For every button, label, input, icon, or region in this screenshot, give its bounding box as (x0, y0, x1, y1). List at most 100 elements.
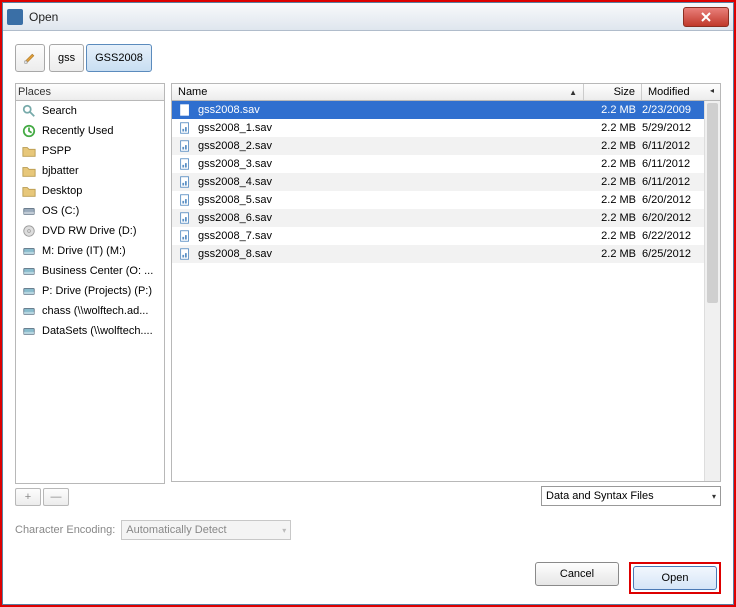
file-size: 2.2 MB (584, 248, 636, 260)
place-label: Search (42, 105, 77, 117)
path-segment[interactable]: GSS2008 (86, 44, 152, 72)
file-name: gss2008_7.sav (198, 230, 578, 242)
file-name: gss2008_6.sav (198, 212, 578, 224)
open-button[interactable]: Open (633, 566, 717, 590)
file-row[interactable]: gss2008_1.sav2.2 MB5/29/2012 (172, 119, 720, 137)
file-type-select[interactable]: Data and Syntax Files ▾ (541, 486, 721, 506)
netdrive-icon (22, 264, 36, 278)
place-item[interactable]: M: Drive (IT) (M:) (16, 241, 164, 261)
file-size: 2.2 MB (584, 176, 636, 188)
search-icon (22, 104, 36, 118)
place-item[interactable]: OS (C:) (16, 201, 164, 221)
file-name: gss2008_2.sav (198, 140, 578, 152)
file-size: 2.2 MB (584, 122, 636, 134)
file-pane: Name▲ Size Modified◂ gss2008.sav2.2 MB2/… (171, 83, 721, 506)
scrollbar-thumb[interactable] (707, 103, 718, 303)
places-panel: Places Search Recently Used PSPP bjbatter De… (15, 83, 165, 506)
overflow-icon: ◂ (710, 86, 714, 98)
chevron-down-icon: ▾ (712, 492, 716, 501)
place-item[interactable]: Search (16, 101, 164, 121)
pencil-icon (24, 50, 36, 66)
place-label: PSPP (42, 145, 71, 157)
file-size: 2.2 MB (584, 194, 636, 206)
open-button-highlight: Open (629, 562, 721, 594)
place-label: OS (C:) (42, 205, 79, 217)
netdrive-icon (22, 324, 36, 338)
close-button[interactable] (683, 7, 729, 27)
place-label: Business Center (O: ... (42, 265, 153, 277)
places-header: Places (15, 83, 165, 100)
file-row[interactable]: gss2008_7.sav2.2 MB6/22/2012 (172, 227, 720, 245)
netdrive-icon (22, 304, 36, 318)
place-item[interactable]: PSPP (16, 141, 164, 161)
place-label: Recently Used (42, 125, 114, 137)
sort-asc-icon: ▲ (569, 88, 577, 97)
place-label: M: Drive (IT) (M:) (42, 245, 126, 257)
place-label: DVD RW Drive (D:) (42, 225, 137, 237)
close-icon (701, 12, 711, 22)
file-size: 2.2 MB (584, 104, 636, 116)
file-icon (178, 175, 192, 189)
file-icon (178, 157, 192, 171)
file-icon (178, 121, 192, 135)
file-icon (178, 103, 192, 117)
remove-place-button[interactable]: — (43, 488, 69, 506)
edit-path-button[interactable] (15, 44, 45, 72)
cancel-button[interactable]: Cancel (535, 562, 619, 586)
place-item[interactable]: bjbatter (16, 161, 164, 181)
file-row[interactable]: gss2008_5.sav2.2 MB6/20/2012 (172, 191, 720, 209)
places-list[interactable]: Search Recently Used PSPP bjbatter Desktop OS… (15, 100, 165, 484)
recent-icon (22, 124, 36, 138)
titlebar: Open (3, 3, 733, 31)
folder-icon (22, 164, 36, 178)
column-modified[interactable]: Modified◂ (642, 84, 720, 100)
column-size[interactable]: Size (584, 84, 642, 100)
encoding-select: Automatically Detect ▾ (121, 520, 291, 540)
file-name: gss2008_8.sav (198, 248, 578, 260)
column-name[interactable]: Name▲ (172, 84, 584, 100)
open-dialog: Open gssGSS2008 Places Search Recently Us… (2, 2, 734, 605)
place-item[interactable]: DataSets (\\wolftech.... (16, 321, 164, 341)
file-icon (178, 139, 192, 153)
file-size: 2.2 MB (584, 140, 636, 152)
file-row[interactable]: gss2008_3.sav2.2 MB6/11/2012 (172, 155, 720, 173)
file-list-header: Name▲ Size Modified◂ (171, 83, 721, 100)
file-icon (178, 211, 192, 225)
file-name: gss2008_4.sav (198, 176, 578, 188)
window-title: Open (29, 10, 683, 24)
place-item[interactable]: chass (\\wolftech.ad... (16, 301, 164, 321)
place-label: P: Drive (Projects) (P:) (42, 285, 152, 297)
place-item[interactable]: P: Drive (Projects) (P:) (16, 281, 164, 301)
file-row[interactable]: gss2008_6.sav2.2 MB6/20/2012 (172, 209, 720, 227)
place-label: chass (\\wolftech.ad... (42, 305, 148, 317)
file-icon (178, 229, 192, 243)
path-segment[interactable]: gss (49, 44, 84, 72)
scrollbar[interactable] (704, 101, 720, 481)
place-item[interactable]: Desktop (16, 181, 164, 201)
place-label: Desktop (42, 185, 82, 197)
place-label: DataSets (\\wolftech.... (42, 325, 153, 337)
file-size: 2.2 MB (584, 158, 636, 170)
file-icon (178, 193, 192, 207)
drive-icon (22, 204, 36, 218)
add-place-button[interactable]: + (15, 488, 41, 506)
netdrive-icon (22, 244, 36, 258)
chevron-down-icon: ▾ (282, 526, 286, 535)
folder-icon (22, 184, 36, 198)
file-name: gss2008.sav (198, 104, 578, 116)
file-row[interactable]: gss2008.sav2.2 MB2/23/2009 (172, 101, 720, 119)
place-label: bjbatter (42, 165, 79, 177)
file-row[interactable]: gss2008_8.sav2.2 MB6/25/2012 (172, 245, 720, 263)
file-list[interactable]: gss2008.sav2.2 MB2/23/2009gss2008_1.sav2… (171, 100, 721, 482)
file-size: 2.2 MB (584, 212, 636, 224)
app-icon (7, 9, 23, 25)
file-size: 2.2 MB (584, 230, 636, 242)
file-row[interactable]: gss2008_4.sav2.2 MB6/11/2012 (172, 173, 720, 191)
file-row[interactable]: gss2008_2.sav2.2 MB6/11/2012 (172, 137, 720, 155)
netdrive-icon (22, 284, 36, 298)
file-name: gss2008_3.sav (198, 158, 578, 170)
place-item[interactable]: DVD RW Drive (D:) (16, 221, 164, 241)
dvd-icon (22, 224, 36, 238)
place-item[interactable]: Recently Used (16, 121, 164, 141)
place-item[interactable]: Business Center (O: ... (16, 261, 164, 281)
